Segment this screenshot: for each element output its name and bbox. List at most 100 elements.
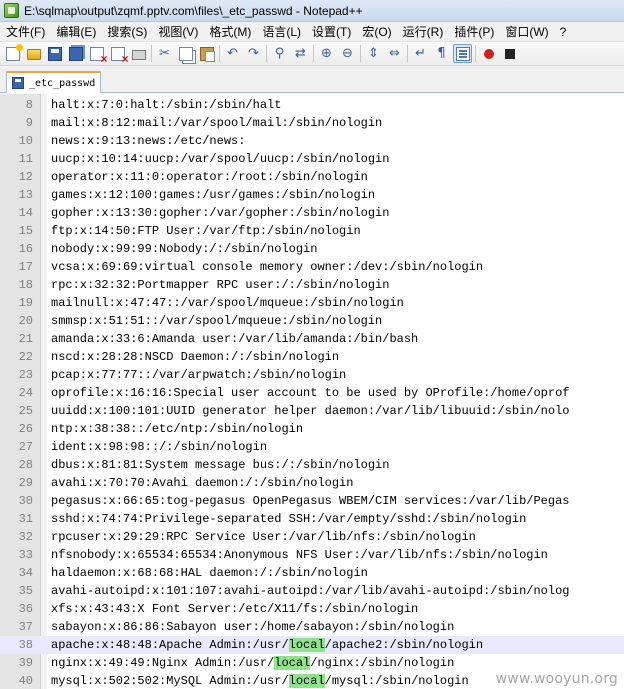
new-file-icon	[5, 43, 23, 61]
code-line[interactable]: 32 rpcuser:x:29:29:RPC Service User:/var/…	[0, 528, 624, 546]
show-all-chars-button[interactable]: ¶	[432, 44, 451, 63]
close-all-icon	[110, 46, 129, 66]
paste-icon	[199, 46, 215, 62]
copy-button[interactable]	[176, 44, 195, 63]
code-line[interactable]: 22 nscd:x:28:28:NSCD Daemon:/:/sbin/nolog…	[0, 348, 624, 366]
stop-record-button[interactable]	[500, 44, 519, 63]
line-text: nginx:x:49:49:Nginx Admin:/usr/local/ngi…	[51, 654, 454, 672]
line-text: nscd:x:28:28:NSCD Daemon:/:/sbin/nologin	[51, 350, 340, 364]
find-button[interactable]: ⚲	[270, 44, 289, 63]
line-number: 19	[18, 296, 33, 310]
code-line[interactable]: 14 gopher:x:13:30:gopher:/var/gopher:/sbi…	[0, 204, 624, 222]
line-number: 17	[18, 260, 33, 274]
menu-help[interactable]: ?	[554, 25, 572, 39]
undo-button[interactable]: ↶	[223, 44, 242, 63]
line-text: avahi-autoipd:x:101:107:avahi-autoipd:/v…	[51, 584, 570, 598]
tab-etc-passwd[interactable]: _etc_passwd	[6, 71, 101, 93]
line-text: apache:x:48:48:Apache Admin:/usr/local/a…	[51, 636, 483, 654]
code-line[interactable]: 30 pegasus:x:66:65:tog-pegasus OpenPegasu…	[0, 492, 624, 510]
menu-window[interactable]: 窗口(W)	[499, 23, 553, 40]
code-line[interactable]: 18 rpc:x:32:32:Portmapper RPC user:/:/sbi…	[0, 276, 624, 294]
open-file-button[interactable]	[24, 44, 43, 63]
code-line[interactable]: 17 vcsa:x:69:69:virtual console memory ow…	[0, 258, 624, 276]
save-button[interactable]	[45, 44, 64, 63]
close-button[interactable]	[87, 44, 108, 66]
search-highlight: local	[288, 674, 325, 688]
menu-file[interactable]: 文件(F)	[0, 23, 50, 40]
line-text: mailnull:x:47:47::/var/spool/mqueue:/sbi…	[51, 296, 404, 310]
line-text: games:x:12:100:games:/usr/games:/sbin/no…	[51, 188, 376, 202]
line-text: gopher:x:13:30:gopher:/var/gopher:/sbin/…	[51, 206, 390, 220]
menu-run[interactable]: 运行(R)	[397, 23, 449, 40]
menu-edit[interactable]: 编辑(E)	[50, 23, 101, 40]
open-file-icon	[26, 49, 41, 60]
code-line[interactable]: 10 news:x:9:13:news:/etc/news:	[0, 132, 624, 150]
code-line[interactable]: 38 apache:x:48:48:Apache Admin:/usr/local…	[0, 636, 624, 654]
record-macro-button[interactable]	[479, 44, 498, 63]
code-line[interactable]: 19 mailnull:x:47:47::/var/spool/mqueue:/s…	[0, 294, 624, 312]
code-line[interactable]: 13 games:x:12:100:games:/usr/games:/sbin/…	[0, 186, 624, 204]
sync-vertical-button[interactable]: ⇕	[364, 44, 383, 63]
code-line[interactable]: 21 amanda:x:33:6:Amanda user:/var/lib/ama…	[0, 330, 624, 348]
toolbar: ✂ ↶ ↷ ⚲ ⇄ ⊕ ⊖ ⇕ ⇔ ↵ ¶	[0, 42, 624, 66]
line-number: 27	[18, 440, 33, 454]
code-line[interactable]: 33 nfsnobody:x:65534:65534:Anonymous NFS …	[0, 546, 624, 564]
code-line[interactable]: 20 smmsp:x:51:51::/var/spool/mqueue:/sbin…	[0, 312, 624, 330]
menu-view[interactable]: 视图(V)	[152, 23, 203, 40]
paste-button[interactable]	[197, 44, 216, 63]
cut-button[interactable]: ✂	[155, 44, 174, 63]
code-line[interactable]: 27 ident:x:98:98::/:/sbin/nologin	[0, 438, 624, 456]
word-wrap-icon: ↵	[415, 45, 426, 61]
replace-icon: ⇄	[295, 45, 306, 61]
code-line[interactable]: 15 ftp:x:14:50:FTP User:/var/ftp:/sbin/no…	[0, 222, 624, 240]
sync-horizontal-button[interactable]: ⇔	[385, 44, 404, 63]
menu-search[interactable]: 搜索(S)	[101, 23, 152, 40]
menu-language[interactable]: 语言(L)	[256, 23, 306, 40]
close-all-button[interactable]	[108, 44, 129, 66]
new-file-button[interactable]	[3, 43, 23, 63]
print-button[interactable]	[129, 44, 148, 63]
word-wrap-button[interactable]: ↵	[411, 44, 430, 63]
code-line[interactable]: 23 pcap:x:77:77::/var/arpwatch:/sbin/nolo…	[0, 366, 624, 384]
editor[interactable]: 8 halt:x:7:0:halt:/sbin:/sbin/halt 9 mail:x…	[0, 94, 624, 689]
code-line[interactable]: 36 xfs:x:43:43:X Font Server:/etc/X11/fs:…	[0, 600, 624, 618]
saved-file-icon	[12, 77, 24, 89]
redo-button[interactable]: ↷	[244, 44, 263, 63]
line-number: 13	[18, 188, 33, 202]
code-line[interactable]: 12 operator:x:11:0:operator:/root:/sbin/n…	[0, 168, 624, 186]
code-line[interactable]: 28 dbus:x:81:81:System message bus:/:/sbi…	[0, 456, 624, 474]
code-line[interactable]: 31 sshd:x:74:74:Privilege-separated SSH:/…	[0, 510, 624, 528]
code-line[interactable]: 25 uuidd:x:100:101:UUID generator helper …	[0, 402, 624, 420]
line-text: ntp:x:38:38::/etc/ntp:/sbin/nologin	[51, 422, 304, 436]
line-text: haldaemon:x:68:68:HAL daemon:/:/sbin/nol…	[51, 566, 368, 580]
code-line[interactable]: 8 halt:x:7:0:halt:/sbin:/sbin/halt	[0, 96, 624, 114]
code-line[interactable]: 11 uucp:x:10:14:uucp:/var/spool/uucp:/sbi…	[0, 150, 624, 168]
menu-plugins[interactable]: 插件(P)	[448, 23, 499, 40]
code-line[interactable]: 26 ntp:x:38:38::/etc/ntp:/sbin/nologin	[0, 420, 624, 438]
line-text: pegasus:x:66:65:tog-pegasus OpenPegasus …	[51, 494, 570, 508]
menu-settings[interactable]: 设置(T)	[306, 23, 356, 40]
line-number: 39	[18, 656, 33, 670]
code-line[interactable]: 16 nobody:x:99:99:Nobody:/:/sbin/nologin	[0, 240, 624, 258]
line-text: operator:x:11:0:operator:/root:/sbin/nol…	[51, 170, 368, 184]
save-all-button[interactable]	[66, 44, 85, 63]
code-line[interactable]: 34 haldaemon:x:68:68:HAL daemon:/:/sbin/n…	[0, 564, 624, 582]
code-line[interactable]: 9 mail:x:8:12:mail:/var/spool/mail:/sbin/…	[0, 114, 624, 132]
line-number: 40	[18, 674, 33, 688]
replace-button[interactable]: ⇄	[291, 44, 310, 63]
code-line[interactable]: 24 oprofile:x:16:16:Special user account …	[0, 384, 624, 402]
code-line[interactable]: 35 avahi-autoipd:x:101:107:avahi-autoipd:…	[0, 582, 624, 600]
zoom-in-button[interactable]: ⊕	[317, 44, 336, 63]
line-text-before: nginx:x:49:49:Nginx Admin:/usr/	[51, 656, 275, 670]
line-number: 15	[18, 224, 33, 238]
line-number: 16	[18, 242, 33, 256]
code-line[interactable]: 39 nginx:x:49:49:Nginx Admin:/usr/local/n…	[0, 654, 624, 672]
line-number: 11	[18, 152, 33, 166]
menu-macro[interactable]: 宏(O)	[356, 23, 396, 40]
code-line[interactable]: 29 avahi:x:70:70:Avahi daemon:/:/sbin/nol…	[0, 474, 624, 492]
line-number: 33	[18, 548, 33, 562]
indent-guide-button[interactable]	[453, 44, 472, 63]
code-line[interactable]: 37 sabayon:x:86:86:Sabayon user:/home/sab…	[0, 618, 624, 636]
menu-format[interactable]: 格式(M)	[203, 23, 256, 40]
zoom-out-button[interactable]: ⊖	[338, 44, 357, 63]
